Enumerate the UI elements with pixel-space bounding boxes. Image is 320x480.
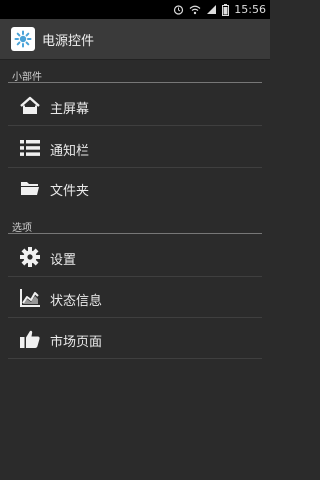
section-divider xyxy=(8,82,262,83)
status-bar: 15:56 xyxy=(0,0,270,19)
list-item-label: 设置 xyxy=(50,253,77,268)
list-item-market-page[interactable]: 市场页面 xyxy=(0,319,270,359)
thumbs-up-icon xyxy=(18,328,42,350)
action-bar: 电源控件 xyxy=(0,19,270,60)
list-item-status-info[interactable]: 状态信息 xyxy=(0,278,270,318)
list-item-label: 文件夹 xyxy=(50,184,90,199)
wifi-icon xyxy=(189,5,201,15)
list-divider xyxy=(8,317,262,318)
list-item-settings[interactable]: 设置 xyxy=(0,237,270,277)
section-header-options: 选项 xyxy=(0,215,270,234)
section-divider xyxy=(8,233,262,234)
section-header-label: 选项 xyxy=(12,223,32,234)
list-divider xyxy=(8,276,262,277)
list-item-notification-bar[interactable]: 通知栏 xyxy=(0,128,270,168)
folder-icon xyxy=(18,177,42,199)
gear-icon xyxy=(18,246,42,268)
list-item-label: 通知栏 xyxy=(50,144,90,159)
signal-icon xyxy=(206,4,217,15)
app-title: 电源控件 xyxy=(42,33,95,49)
list-divider xyxy=(8,358,262,359)
status-icons: 15:56 xyxy=(173,2,266,17)
list-item-label: 市场页面 xyxy=(50,335,103,350)
list-item-home-screen[interactable]: 主屏幕 xyxy=(0,86,270,126)
list-icon xyxy=(18,137,42,159)
chart-icon xyxy=(18,287,42,309)
list-item-folder[interactable]: 文件夹 xyxy=(0,168,270,208)
app-logo-icon[interactable] xyxy=(11,27,35,51)
battery-icon xyxy=(222,3,230,16)
alarm-icon xyxy=(173,4,184,15)
list-divider xyxy=(8,125,262,126)
status-clock: 15:56 xyxy=(234,3,266,16)
home-icon xyxy=(18,95,42,117)
section-header-widgets: 小部件 xyxy=(0,64,270,83)
list-item-label: 状态信息 xyxy=(50,294,103,309)
list-item-label: 主屏幕 xyxy=(50,102,90,117)
section-header-label: 小部件 xyxy=(12,72,42,83)
